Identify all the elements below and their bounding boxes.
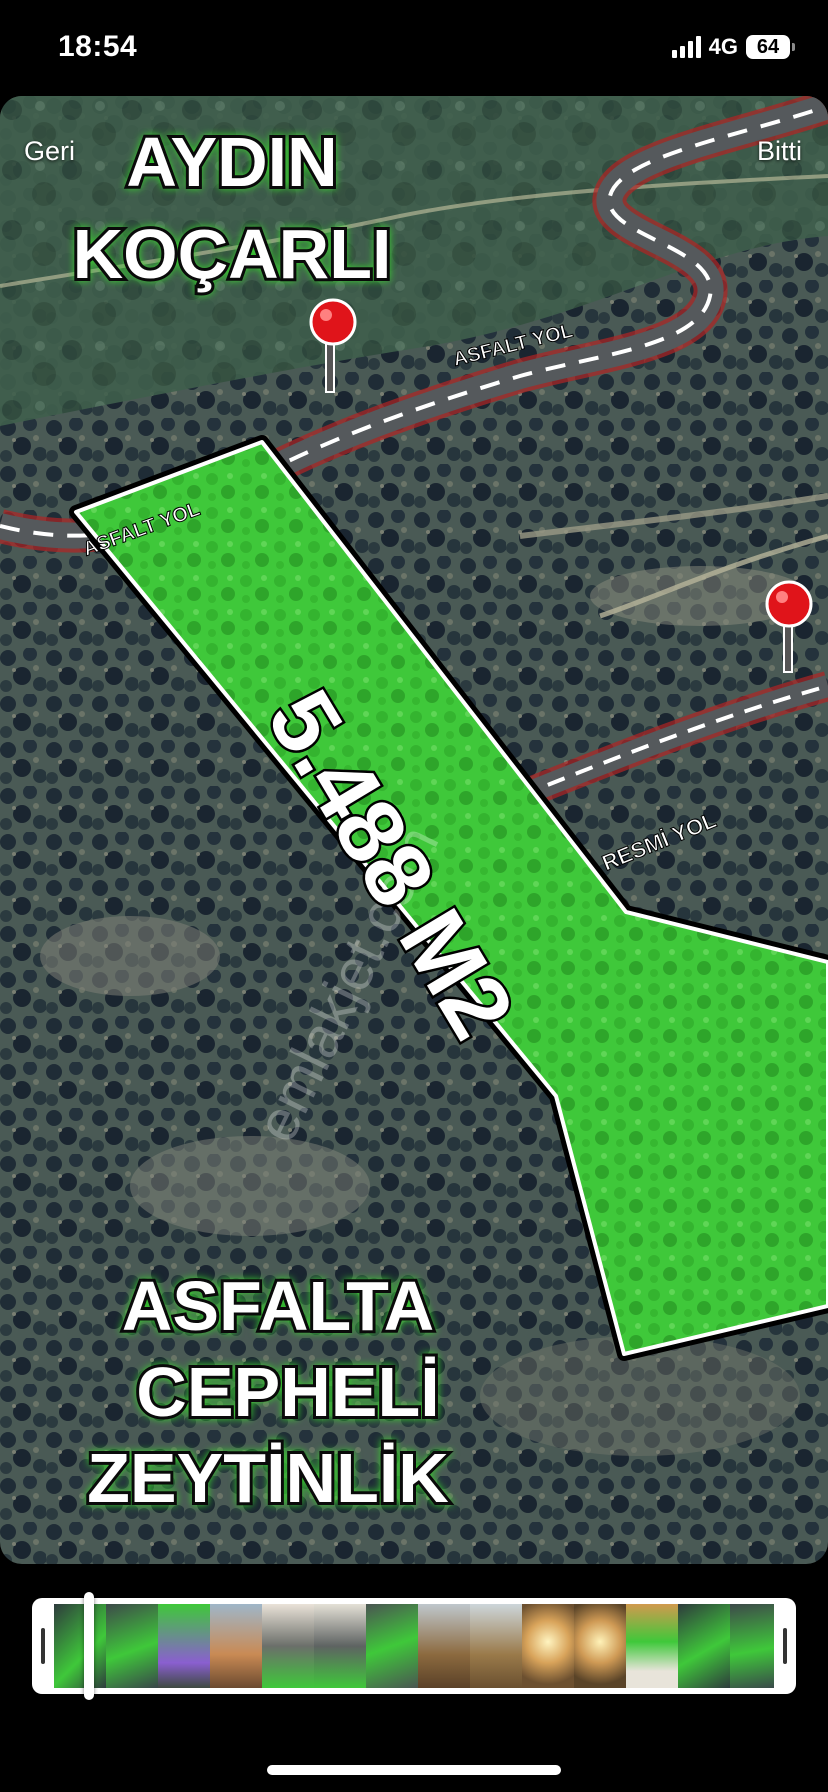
thumbnail bbox=[158, 1604, 210, 1688]
thumbnail bbox=[626, 1604, 678, 1688]
satellite-image: ASFALT YOL ASFALT YOL RESMİ YOL emlakjet… bbox=[0, 96, 828, 1564]
caption-line-2: CEPHELİ bbox=[136, 1353, 439, 1431]
thumbnail bbox=[418, 1604, 470, 1688]
back-button[interactable]: Geri bbox=[24, 136, 75, 167]
status-bar: 18:54 4G 64 bbox=[0, 0, 828, 96]
trim-handle-left[interactable] bbox=[41, 1628, 45, 1664]
thumbnail bbox=[730, 1604, 774, 1688]
photo-viewer: ASFALT YOL ASFALT YOL RESMİ YOL emlakjet… bbox=[0, 96, 828, 1564]
thumbnail bbox=[210, 1604, 262, 1688]
network-type: 4G bbox=[708, 34, 738, 59]
thumbnail bbox=[366, 1604, 418, 1688]
caption-line-3: ZEYTİNLİK bbox=[87, 1439, 449, 1517]
done-button[interactable]: Bitti bbox=[757, 136, 802, 167]
thumbnail bbox=[678, 1604, 730, 1688]
caption-line-1: ASFALTA bbox=[122, 1267, 434, 1345]
battery-level: 64 bbox=[756, 36, 780, 58]
trim-handle-right[interactable] bbox=[783, 1628, 787, 1664]
thumbnail bbox=[314, 1604, 366, 1688]
home-indicator[interactable] bbox=[267, 1765, 561, 1775]
thumbnail bbox=[106, 1604, 158, 1688]
thumbnail bbox=[54, 1604, 106, 1688]
cellular-signal-icon bbox=[671, 36, 701, 58]
title-line-2: KOÇARLI bbox=[73, 215, 392, 293]
battery-icon: 64 bbox=[746, 35, 795, 59]
filmstrip-thumbnails bbox=[54, 1604, 774, 1688]
thumbnail bbox=[522, 1604, 574, 1688]
playhead-scrubber[interactable] bbox=[84, 1592, 94, 1700]
thumbnail bbox=[470, 1604, 522, 1688]
thumbnail bbox=[574, 1604, 626, 1688]
title-line-1: AYDIN bbox=[126, 123, 337, 201]
status-indicators: 4G 64 bbox=[671, 34, 795, 60]
video-trim-filmstrip[interactable] bbox=[32, 1598, 796, 1694]
status-time: 18:54 bbox=[58, 30, 138, 63]
thumbnail bbox=[262, 1604, 314, 1688]
